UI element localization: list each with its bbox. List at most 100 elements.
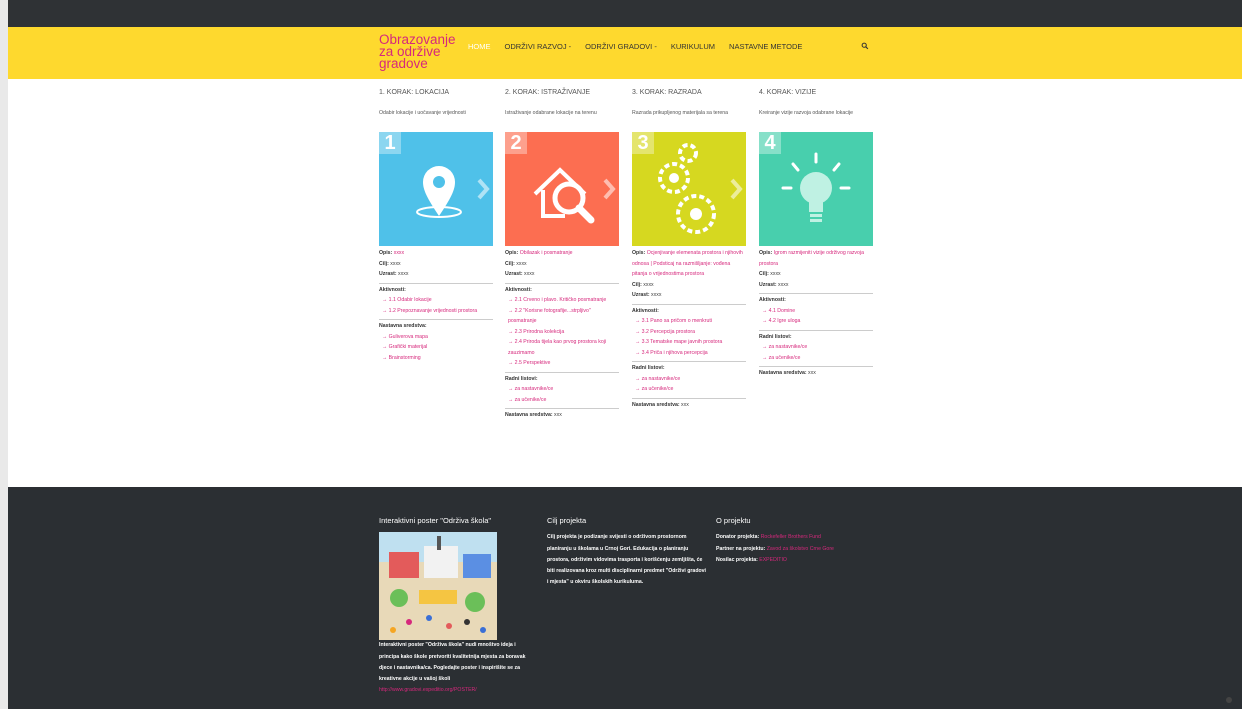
footer-heading: Interaktivni poster "Održiva škola" (379, 516, 492, 525)
resource-link[interactable]: → Guliverova mapa (379, 332, 493, 343)
poster-description: Interaktivni poster "Održiva škola" nudi… (379, 642, 526, 683)
poster-link[interactable]: http://www.gradovi.expeditio.org/POSTER/ (379, 687, 477, 693)
activity-link[interactable]: → 2.3 Prirodna kolekcija (505, 327, 619, 338)
nastavna-label: Nastavna sredstva: (379, 323, 427, 329)
cilj-label: Cilj: (632, 281, 642, 288)
worksheet-link[interactable]: → za učenike/ce (632, 384, 746, 395)
nav-nastavne-metode[interactable]: NASTAVNE METODE (729, 42, 802, 51)
project-info-label: Donator projekta: (716, 534, 760, 541)
activity-link[interactable]: → 3.2 Percepcija prostora (632, 327, 746, 338)
opis-label: Opis: (379, 250, 393, 256)
step-tile[interactable]: 1 (379, 132, 493, 246)
step-tile[interactable]: 4 (759, 132, 873, 246)
activity-link[interactable]: → 1.2 Prepoznavanje vrijednosti prostora (379, 306, 493, 317)
nastavna-value: xxx (554, 412, 562, 418)
uzrast-value: xxxx (778, 281, 789, 288)
nastavna-label: Nastavna sredstva: (632, 401, 680, 408)
location-pin-icon (416, 166, 490, 218)
opis-value[interactable]: Obilazak i posmatranje (520, 250, 573, 256)
activity-link[interactable]: → 4.1 Domine (759, 306, 873, 317)
nastavna-label: Nastavna sredstva: (505, 412, 553, 418)
search-icon[interactable] (861, 42, 869, 50)
step-column-3: 3. KORAK: RAZRADA Razrada prikupljenog m… (632, 88, 746, 410)
poster-link-label: školi (438, 676, 451, 683)
uzrast-value: xxxx (398, 271, 409, 277)
activity-link[interactable]: → 1.1 Odabir lokacije (379, 295, 493, 306)
step-title: 2. KORAK: ISTRAŽIVANJE (505, 89, 591, 96)
worksheet-link[interactable]: → za nastavnike/ce (632, 374, 746, 385)
main-nav: HOME ODRŽIVI RAZVOJ - ODRŽIVI GRADOVI - … (468, 42, 816, 51)
cilj-value: xxxx (643, 281, 654, 288)
opis-value[interactable]: Igrom razmijeniti vizije održivog razvoj… (759, 250, 864, 267)
worksheet-link[interactable]: → za učenike/ce (759, 353, 873, 364)
gears-icon (658, 143, 743, 234)
aktivnosti-label: Aktivnosti: (632, 307, 659, 314)
uzrast-label: Uzrast: (379, 271, 397, 277)
activity-link[interactable]: → 2.4 Priroda tijela kao prvog prostora … (505, 337, 619, 358)
project-info-link[interactable]: Zavod za školstvo Crne Gore (767, 546, 834, 552)
divider (505, 408, 619, 409)
step-tile[interactable]: 2 (505, 132, 619, 246)
step-column-4: 4. KORAK: VIZIJE Kreiranje vizije razvoj… (759, 88, 873, 379)
project-info-link[interactable]: Rockefeller Brothers Fund (761, 534, 821, 540)
activity-link[interactable]: → 3.3 Tematske mape javnih prostora (632, 337, 746, 348)
resource-link[interactable]: → Brainstorming (379, 353, 493, 364)
nav-home[interactable]: HOME (468, 42, 491, 51)
step-title: 4. KORAK: VIZIJE (759, 89, 817, 96)
resource-link[interactable]: → Grafički materijal (379, 342, 493, 353)
nastavna-value: xxx (681, 401, 689, 408)
cilj-value: xxxx (770, 271, 781, 277)
project-info-label: Nosilac projekta: (716, 556, 758, 563)
radni-label: Radni listovi: (505, 375, 538, 382)
cilj-text: Cilj projekta je podizanje svijesti o od… (547, 534, 706, 586)
divider (379, 319, 493, 320)
divider (505, 282, 619, 284)
divider (632, 303, 746, 305)
activity-link[interactable]: → 3.1 Pano sa pričom o menkruti (632, 316, 746, 327)
activity-link[interactable]: → 4.2 Igre uloga (759, 316, 873, 327)
step-subtitle: Istraživanje odabrane lokacije na terenu (505, 110, 597, 116)
nav-odrzivi-gradovi[interactable]: ODRŽIVI GRADOVI - (585, 42, 657, 51)
step-subtitle: Razrada prikupljenog materijala sa teren… (632, 110, 729, 116)
aktivnosti-label: Aktivnosti: (759, 297, 786, 303)
step-subtitle: Odabir lokacije i uočavanje vrijednosti (379, 110, 466, 116)
uzrast-label: Uzrast: (505, 271, 523, 277)
aktivnosti-label: Aktivnosti: (505, 286, 532, 293)
activity-link[interactable]: → 2.1 Crveno i plavo. Kritičko posmatran… (505, 295, 619, 306)
uzrast-value: xxxx (651, 292, 662, 298)
worksheet-link[interactable]: → za nastavnike/ce (759, 342, 873, 353)
activity-link[interactable]: → 2.2 "Korisne fotografije...strpljivo" … (505, 306, 619, 327)
scroll-to-top-icon[interactable] (1226, 697, 1232, 703)
nastavna-label: Nastavna sredstva: (759, 370, 807, 376)
opis-value[interactable]: Ocjenjivanje elemenata prostora i njihov… (632, 250, 743, 277)
footer-o-projektu-column: O projektu Donator projekta: Rockefeller… (716, 515, 886, 566)
opis-label: Opis: (632, 250, 646, 256)
divider (759, 366, 873, 367)
uzrast-label: Uzrast: (632, 292, 650, 298)
step-title: 3. KORAK: RAZRADA (632, 89, 702, 96)
cilj-value: xxxx (390, 260, 401, 267)
divider (505, 371, 619, 373)
worksheet-link[interactable]: → za nastavnike/ce (505, 384, 619, 395)
footer-cilj-column: Cilj projekta Cilj projekta je podizanje… (547, 515, 707, 589)
project-info-label: Partner na projektu: (716, 545, 766, 552)
footer-poster-column: Interaktivni poster "Održiva škola" Inte… (379, 515, 529, 697)
opis-label: Opis: (759, 250, 773, 256)
opis-value[interactable]: xxxx (394, 250, 404, 256)
activity-link[interactable]: → 2.5 Perspektive (505, 358, 619, 369)
worksheet-link[interactable]: → za učenike/ce (505, 395, 619, 406)
activity-link[interactable]: → 3.4 Priča i njihova percepcija (632, 348, 746, 359)
nav-odrzivi-razvoj[interactable]: ODRŽIVI RAZVOJ - (505, 42, 572, 51)
step-column-2: 2. KORAK: ISTRAŽIVANJE Istraživanje odab… (505, 88, 619, 421)
step-tile[interactable]: 3 (632, 132, 746, 246)
project-info-link[interactable]: EXPEDITIO (759, 557, 787, 563)
nav-kurikulum[interactable]: KURIKULUM (671, 42, 715, 51)
footer-heading: Cilj projekta (547, 516, 587, 525)
divider (379, 282, 493, 284)
poster-image[interactable] (379, 532, 497, 641)
divider (759, 329, 873, 331)
opis-label: Opis: (505, 250, 519, 256)
site-logo[interactable]: Obrazovanje za održive gradove (379, 33, 469, 71)
cilj-label: Cilj: (759, 271, 769, 277)
site-header (8, 27, 1242, 79)
